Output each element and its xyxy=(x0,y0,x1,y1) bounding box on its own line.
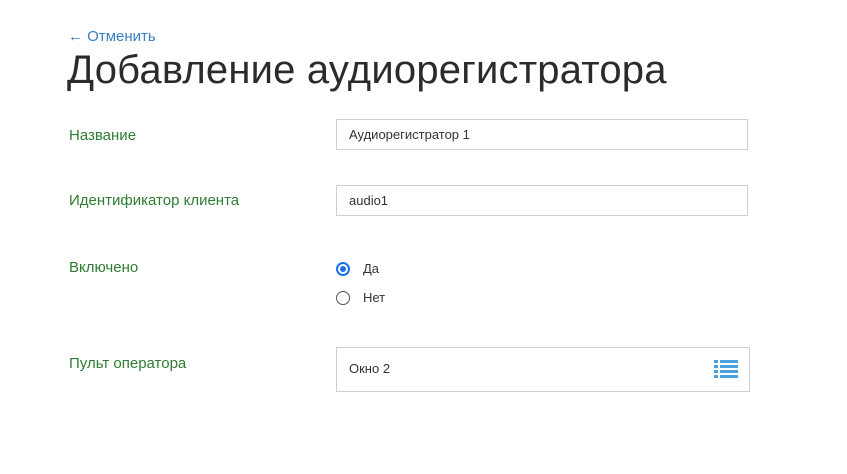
enabled-label: Включено xyxy=(69,259,139,276)
list-icon[interactable] xyxy=(714,360,738,378)
page-title: Добавление аудиорегистратора xyxy=(67,48,667,92)
enabled-yes-option[interactable]: Да xyxy=(336,261,379,277)
enabled-yes-label: Да xyxy=(363,261,380,276)
operator-console-label: Пульт оператора xyxy=(69,355,187,372)
client-id-input[interactable] xyxy=(336,185,748,216)
enabled-no-label: Нет xyxy=(363,290,386,305)
enabled-no-option[interactable]: Нет xyxy=(336,290,385,306)
operator-console-value: Окно 2 xyxy=(349,361,391,376)
page: ← Отменить Добавление аудиорегистратора … xyxy=(0,0,847,474)
enabled-no-radio[interactable] xyxy=(336,291,350,305)
client-id-label: Идентификатор клиента xyxy=(69,192,240,209)
name-label: Название xyxy=(69,127,137,144)
name-input[interactable] xyxy=(336,119,748,150)
operator-console-select[interactable]: Окно 2 xyxy=(336,347,750,392)
enabled-yes-radio[interactable] xyxy=(336,262,350,276)
